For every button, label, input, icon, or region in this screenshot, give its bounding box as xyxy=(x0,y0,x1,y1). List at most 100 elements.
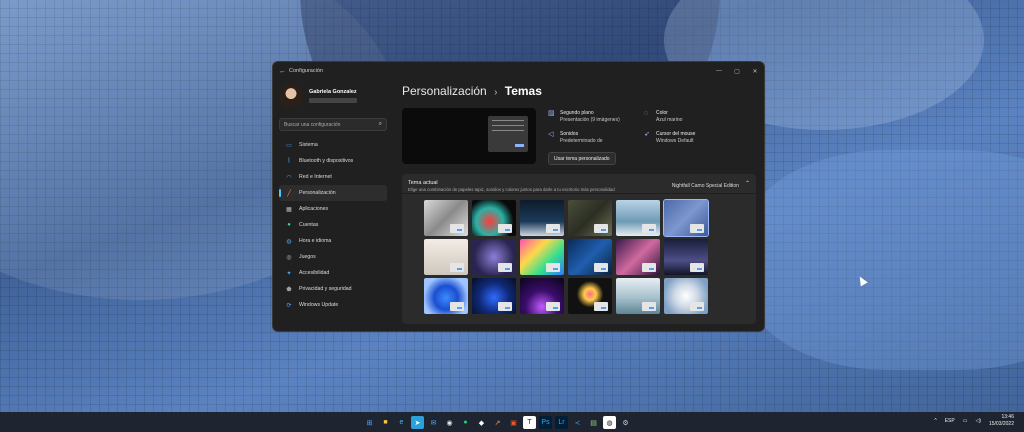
maximize-button[interactable]: ▢ xyxy=(728,68,746,75)
color-value: Azul marino xyxy=(656,117,683,123)
background-value: Presentación (9 imágenes) xyxy=(560,117,620,123)
minimize-button[interactable]: — xyxy=(710,68,728,75)
theme-thumbnail[interactable] xyxy=(520,239,564,275)
taskbar: ⊞ ■ e ➤ ✉ ◉ ● ◆ ↗ ▣ T Ps Lr ≺ ▤ ◍ ⚙ ^ ESP ▭ ◁) 13:46 15/… xyxy=(0,412,1024,432)
cursor-value: Windows Default xyxy=(656,138,694,144)
theme-thumbnail[interactable] xyxy=(663,199,709,237)
sidebar-item-sistema[interactable]: ▭ Sistema xyxy=(279,137,387,153)
update-icon: ⟳ xyxy=(286,302,292,309)
current-theme-panel: Tema actual Elige una combinación de pap… xyxy=(402,174,756,324)
theme-thumbnail[interactable] xyxy=(568,239,612,275)
search-input[interactable]: Buscar una configuración ⌕ xyxy=(279,118,387,131)
current-theme-name: Nightfall Camo Special Edition xyxy=(671,183,739,189)
person-icon: ● xyxy=(287,222,291,228)
lightroom-icon[interactable]: Lr xyxy=(555,416,568,429)
theme-window-preview xyxy=(642,224,656,233)
main-content: Personalización › Temas ▨ Segundo plano … xyxy=(402,80,756,331)
apps-icon: ▦ xyxy=(286,206,292,213)
sidebar-item-windows-update[interactable]: ⟳ Windows Update xyxy=(279,297,387,313)
edge-icon[interactable]: e xyxy=(395,416,408,429)
chrome-icon[interactable]: ◉ xyxy=(443,416,456,429)
theme-window-preview xyxy=(498,302,512,311)
theme-thumbnail[interactable] xyxy=(616,278,660,314)
theme-window-preview xyxy=(546,224,560,233)
sidebar-item-accesibilidad[interactable]: ✦ Accesibilidad xyxy=(279,265,387,281)
github-icon[interactable]: ◍ xyxy=(603,416,616,429)
sidebar-item-label: Red e Internet xyxy=(299,174,332,180)
arrow-icon[interactable]: ↗ xyxy=(491,416,504,429)
sidebar-item-personalización[interactable]: ╱ Personalización xyxy=(279,185,387,201)
sidebar-item-privacidad-y-seguridad[interactable]: ⬟ Privacidad y seguridad xyxy=(279,281,387,297)
language-indicator[interactable]: ESP xyxy=(945,418,955,424)
explorer-icon[interactable]: ■ xyxy=(379,416,392,429)
sidebar-item-red-e-internet[interactable]: ◠ Red e Internet xyxy=(279,169,387,185)
theme-thumbnail[interactable] xyxy=(472,278,516,314)
breadcrumb-parent[interactable]: Personalización xyxy=(402,84,487,98)
sidebar-item-cuentas[interactable]: ● Cuentas xyxy=(279,217,387,233)
avatar xyxy=(279,84,303,108)
typora-icon[interactable]: T xyxy=(523,416,536,429)
sounds-title: Sonidos xyxy=(560,131,579,137)
volume-icon[interactable]: ◁) xyxy=(975,418,981,424)
tray-chevron-icon[interactable]: ^ xyxy=(934,418,936,424)
spotify-icon[interactable]: ● xyxy=(459,416,472,429)
sounds-setting[interactable]: ◁ Sonidos Predeterminado de xyxy=(548,131,603,145)
background-setting[interactable]: ▨ Segundo plano Presentación (9 imágenes… xyxy=(548,110,620,124)
sounds-value: Predeterminado de xyxy=(560,138,603,144)
theme-thumbnail[interactable] xyxy=(568,278,612,314)
clock[interactable]: 13:46 15/03/2022 xyxy=(989,414,1014,428)
theme-thumbnail[interactable] xyxy=(424,200,468,236)
sidebar-item-aplicaciones[interactable]: ▦ Aplicaciones xyxy=(279,201,387,217)
vscode-icon[interactable]: ≺ xyxy=(571,416,584,429)
color-setting[interactable]: ◌ Color Azul marino xyxy=(644,110,682,124)
preview-window xyxy=(488,116,528,152)
close-button[interactable]: ✕ xyxy=(746,68,764,75)
sidebar-item-label: Cuentas xyxy=(299,222,319,228)
theme-thumbnail[interactable] xyxy=(616,200,660,236)
theme-thumbnail[interactable] xyxy=(472,239,516,275)
theme-thumbnail[interactable] xyxy=(520,200,564,236)
settings-icon[interactable]: ⚙ xyxy=(619,416,632,429)
theme-thumbnail[interactable] xyxy=(520,278,564,314)
system-tray: ^ ESP ▭ ◁) 13:46 15/03/2022 xyxy=(934,414,1014,428)
telegram-icon[interactable]: ➤ xyxy=(411,416,424,429)
sidebar-item-label: Hora e idioma xyxy=(299,238,332,244)
search-icon: ⌕ xyxy=(378,121,382,127)
sidebar-item-juegos[interactable]: ◎ Juegos xyxy=(279,249,387,265)
theme-window-preview xyxy=(594,224,608,233)
theme-window-preview xyxy=(690,302,704,311)
chevron-up-icon[interactable]: ⌃ xyxy=(745,180,750,187)
theme-thumbnail[interactable] xyxy=(616,239,660,275)
current-theme-header[interactable]: Tema actual Elige una combinación de pap… xyxy=(402,174,756,194)
network-icon[interactable]: ▭ xyxy=(963,418,968,424)
tidal-icon[interactable]: ◆ xyxy=(475,416,488,429)
use-custom-theme-button[interactable]: Usar tema personalizado xyxy=(548,152,616,165)
back-arrow-icon[interactable]: ← xyxy=(279,68,289,75)
theme-window-preview xyxy=(690,224,704,233)
theme-thumbnail[interactable] xyxy=(664,278,708,314)
sidebar-item-bluetooth-y-dispositivos[interactable]: ᛒ Bluetooth y dispositivos xyxy=(279,153,387,169)
background-title: Segundo plano xyxy=(560,110,594,116)
theme-preview xyxy=(402,108,536,164)
sidebar-item-hora-e-idioma[interactable]: ◍ Hora e idioma xyxy=(279,233,387,249)
theme-thumbnail[interactable] xyxy=(664,239,708,275)
cursor-setting[interactable]: ➶ Cursor del mouse Windows Default xyxy=(644,131,695,145)
theme-thumbnail[interactable] xyxy=(568,200,612,236)
cursor-title: Cursor del mouse xyxy=(656,131,696,137)
start-icon[interactable]: ⊞ xyxy=(363,416,376,429)
office-icon[interactable]: ▣ xyxy=(507,416,520,429)
theme-thumbnail[interactable] xyxy=(472,200,516,236)
window-title: Configuración xyxy=(289,68,323,74)
notepad-icon[interactable]: ▤ xyxy=(587,416,600,429)
theme-window-preview xyxy=(450,302,464,311)
user-profile[interactable]: Gabriela Gonzalez xyxy=(273,80,393,112)
theme-thumbnail[interactable] xyxy=(424,239,468,275)
theme-window-preview xyxy=(642,302,656,311)
theme-thumbnail[interactable] xyxy=(424,278,468,314)
mail-icon[interactable]: ✉ xyxy=(427,416,440,429)
sidebar-item-label: Personalización xyxy=(299,190,336,196)
settings-window: ← Configuración — ▢ ✕ Gabriela Gonzalez … xyxy=(272,61,765,332)
image-icon: ▨ xyxy=(548,110,555,117)
theme-window-preview xyxy=(498,263,512,272)
photoshop-icon[interactable]: Ps xyxy=(539,416,552,429)
